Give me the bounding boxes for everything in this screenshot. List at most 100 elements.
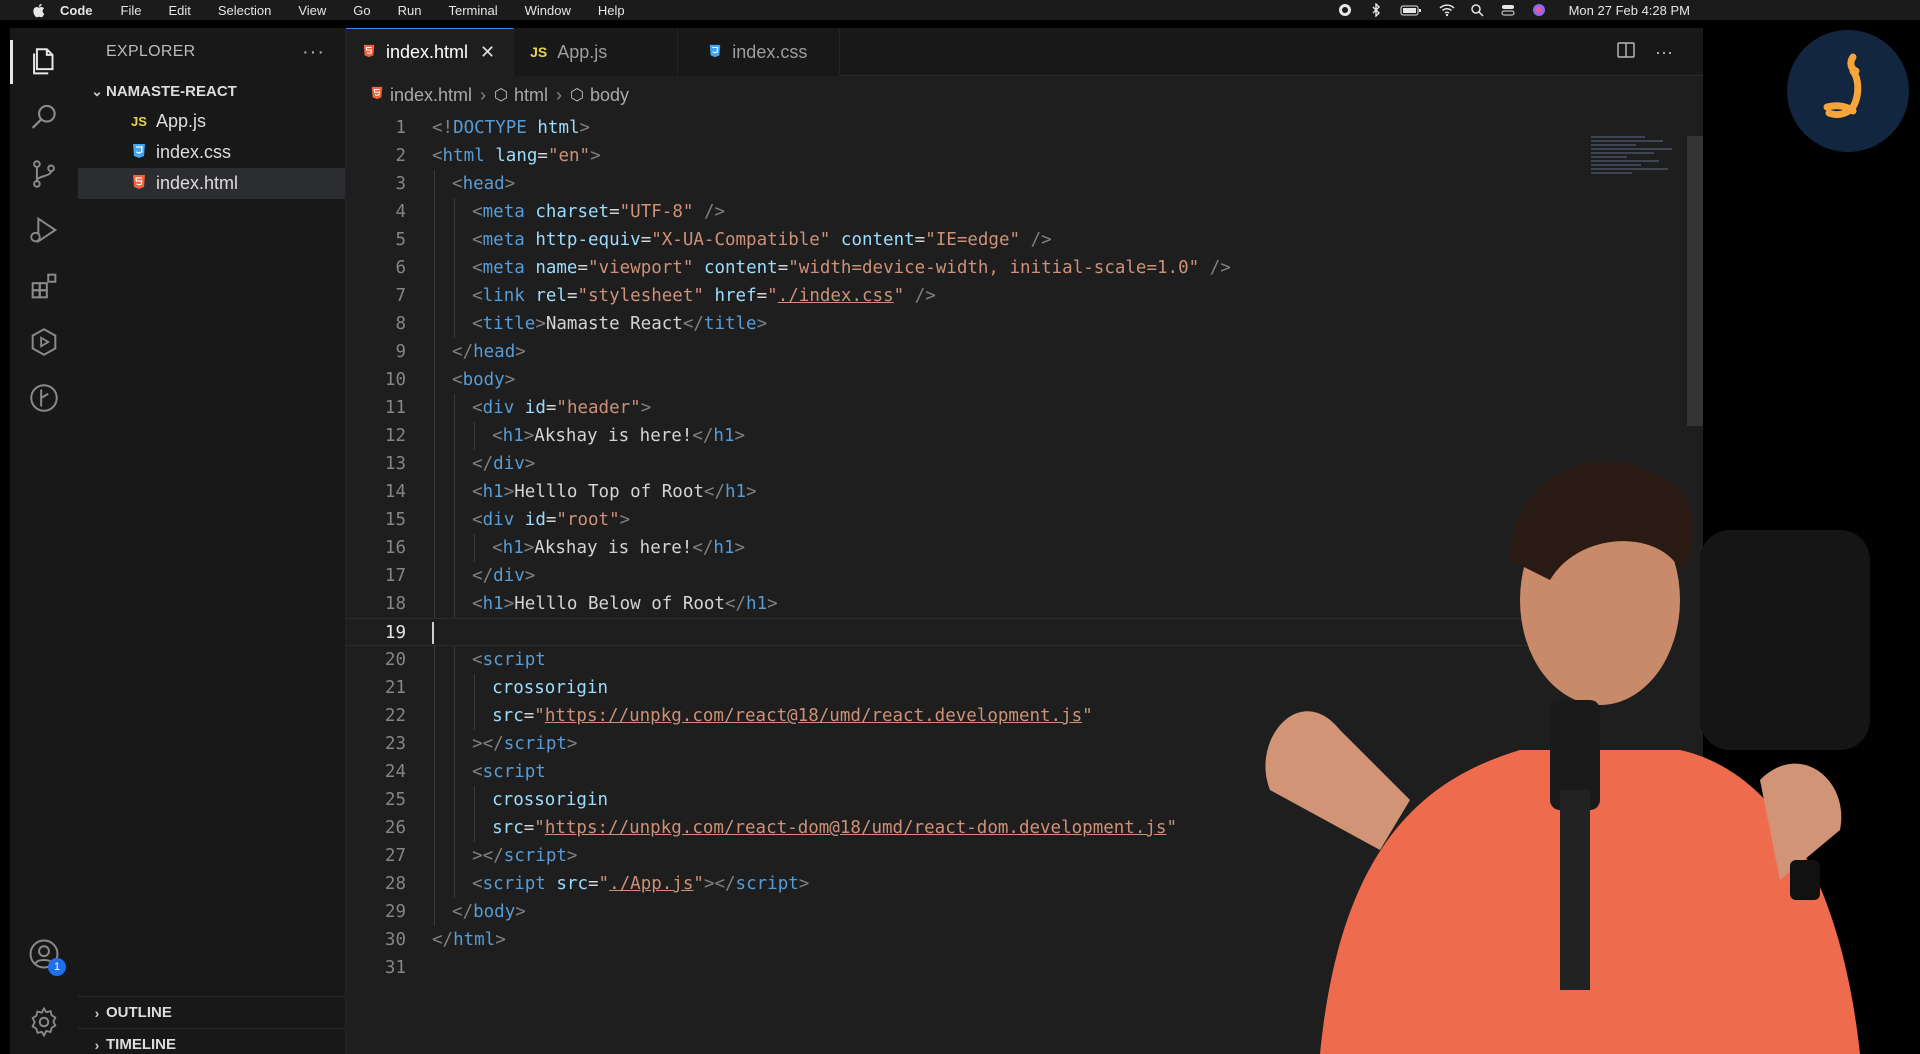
indent-guide — [434, 254, 435, 282]
indent-guide — [454, 842, 456, 870]
code-token: /> — [914, 286, 936, 306]
code-token: " — [534, 706, 545, 726]
code-token: "X-UA-Compatible" — [651, 230, 831, 250]
breadcrumb: index.html › ⬡ html › ⬡ body — [346, 76, 629, 114]
code-line[interactable]: 7 <link rel="stylesheet" href="./index.cs… — [346, 282, 1666, 310]
code-line[interactable]: 5 <meta http-equiv="X-UA-Compatible" cont… — [346, 226, 1666, 254]
outline-section[interactable]: › OUTLINE — [78, 996, 345, 1028]
menu-run[interactable]: Run — [398, 3, 422, 18]
code-token: script — [482, 650, 546, 670]
code-token: > — [523, 426, 535, 446]
settings-gear-icon[interactable] — [10, 994, 78, 1050]
battery-icon[interactable] — [1400, 3, 1422, 17]
code-token: = — [640, 230, 652, 250]
editor-more-icon[interactable]: ··· — [1655, 42, 1673, 63]
code-token: https://unpkg.com/react@18/umd/react.dev… — [544, 706, 1083, 726]
code-line[interactable]: 12 <h1>Akshay is here!</h1> — [346, 422, 1666, 450]
split-editor-icon[interactable] — [1617, 41, 1635, 64]
menu-view[interactable]: View — [298, 3, 326, 18]
code-line[interactable]: 1 <!DOCTYPE html> — [346, 114, 1666, 142]
code-token: ></ — [472, 734, 504, 754]
indent-guide — [434, 590, 435, 618]
breadcrumb-file[interactable]: index.html — [390, 85, 472, 106]
code-line[interactable]: 11 <div id="header"> — [346, 394, 1666, 422]
tab-index-css[interactable]: index.css — [678, 28, 841, 76]
accounts-badge: 1 — [48, 958, 66, 976]
menu-window[interactable]: Window — [525, 3, 571, 18]
more-actions-icon[interactable]: ··· — [302, 41, 325, 64]
tab-app-js[interactable]: JS App.js — [514, 28, 679, 76]
code-token: > — [798, 874, 810, 894]
wifi-icon[interactable] — [1439, 3, 1455, 17]
code-line[interactable]: 6 <meta name="viewport" content="width=de… — [346, 254, 1666, 282]
spotlight-search-icon[interactable] — [1470, 3, 1484, 17]
code-line[interactable]: 4 <meta charset="UTF-8" /> — [346, 198, 1666, 226]
search-icon[interactable] — [10, 90, 78, 146]
source-control-icon[interactable] — [10, 146, 78, 202]
code-token: " — [598, 874, 610, 894]
remote-explorer-icon[interactable] — [10, 314, 78, 370]
code-token: < — [472, 258, 483, 278]
code-token: crossorigin — [492, 790, 609, 810]
code-token: > — [504, 174, 516, 194]
siri-icon[interactable] — [1532, 3, 1546, 17]
indent-guide — [454, 702, 456, 730]
code-line[interactable]: 2 <html lang="en"> — [346, 142, 1666, 170]
chevron-right-icon: › — [556, 84, 563, 105]
code-token: div — [493, 454, 525, 474]
file-app-js[interactable]: JS App.js — [78, 106, 345, 137]
explorer-icon[interactable] — [10, 34, 78, 90]
indent-guide — [434, 758, 435, 786]
code-token: < — [452, 174, 463, 194]
extensions-icon[interactable] — [10, 258, 78, 314]
indent-guide — [454, 562, 456, 590]
code-token: ./index.css — [777, 286, 894, 306]
code-line[interactable]: 8 <title>Namaste React</title> — [346, 310, 1666, 338]
menu-terminal[interactable]: Terminal — [449, 3, 498, 18]
menu-go[interactable]: Go — [353, 3, 370, 18]
code-line[interactable]: 3 <head> — [346, 170, 1666, 198]
accounts-icon[interactable]: 1 — [10, 926, 78, 982]
breadcrumb-html[interactable]: html — [514, 85, 548, 106]
code-line[interactable]: 9 </head> — [346, 338, 1666, 366]
line-number: 24 — [384, 762, 406, 782]
menu-app-code[interactable]: Code — [60, 3, 93, 18]
editor-scrollbar[interactable] — [1687, 136, 1703, 426]
file-index-css[interactable]: index.css — [78, 137, 345, 168]
menu-help[interactable]: Help — [598, 3, 625, 18]
code-token: div — [482, 398, 515, 418]
folder-namaste-react[interactable]: ⌄ NAMASTE-REACT — [78, 76, 345, 106]
file-index-html[interactable]: index.html — [78, 168, 345, 199]
code-line[interactable]: 10 <body> — [346, 366, 1666, 394]
bluetooth-icon[interactable] — [1369, 2, 1383, 18]
line-number: 18 — [384, 594, 406, 614]
close-icon[interactable]: ✕ — [480, 42, 495, 63]
git-graph-icon[interactable] — [10, 370, 78, 426]
code-token: < — [472, 314, 483, 334]
tab-index-html[interactable]: index.html ✕ — [346, 28, 515, 76]
timeline-section[interactable]: › TIMELINE — [78, 1028, 345, 1054]
menu-selection[interactable]: Selection — [218, 3, 271, 18]
code-token: </ — [472, 566, 494, 586]
line-number: 14 — [384, 482, 406, 502]
control-center-icon[interactable] — [1501, 3, 1515, 17]
run-debug-icon[interactable] — [10, 202, 78, 258]
breadcrumb-body[interactable]: body — [590, 85, 629, 106]
menu-edit[interactable]: Edit — [168, 3, 190, 18]
screen-record-icon[interactable] — [1338, 3, 1352, 17]
indent-guide — [434, 394, 435, 422]
code-token: div — [493, 566, 525, 586]
code-token: Namaste React — [545, 314, 683, 334]
apple-logo-icon[interactable] — [30, 2, 46, 18]
code-token: > — [523, 538, 535, 558]
minimap[interactable] — [1591, 136, 1681, 196]
line-number: 26 — [384, 818, 406, 838]
code-token: > — [504, 370, 516, 390]
menu-file[interactable]: File — [121, 3, 142, 18]
indent-guide — [454, 254, 456, 282]
indent-guide — [434, 226, 435, 254]
menubar-clock[interactable]: Mon 27 Feb 4:28 PM — [1569, 3, 1690, 18]
code-token: script — [503, 734, 567, 754]
code-token: " — [893, 286, 905, 306]
